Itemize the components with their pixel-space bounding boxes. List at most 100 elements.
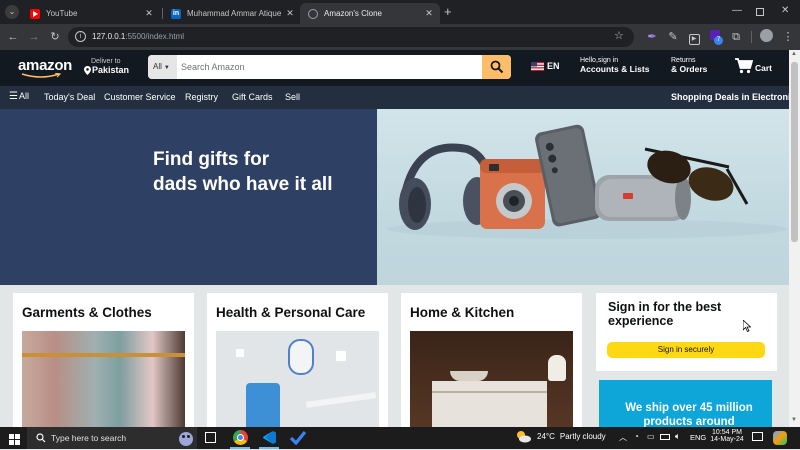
url-text: 127.0.0.1:5500/index.html [92, 32, 184, 41]
cart[interactable]: Cart [735, 58, 772, 74]
all-menu-button[interactable]: ☰All [9, 91, 29, 102]
chrome-taskbar-icon[interactable] [233, 430, 248, 445]
url-host: 127.0.0.1 [92, 32, 126, 41]
battery-icon[interactable] [660, 434, 670, 440]
hero-line-2: dads who have it all [153, 174, 333, 195]
chrome-menu-icon[interactable]: ⋮ [780, 29, 796, 45]
hero-line-1: Find gifts for [153, 149, 270, 170]
window-close-icon[interactable]: ✕ [781, 5, 789, 16]
hamburger-icon: ☰ [9, 91, 18, 102]
youtube-icon [30, 8, 40, 19]
scroll-up-arrow[interactable]: ▲ [791, 51, 797, 57]
todo-taskbar-icon[interactable] [289, 430, 307, 450]
category-card-garments[interactable]: Garments & Clothes [13, 293, 194, 433]
garments-image [22, 331, 185, 433]
deliver-to[interactable]: Deliver to Pakistan [84, 58, 129, 75]
nav-link-registry[interactable]: Registry [185, 92, 218, 102]
nav-link-todays-deal[interactable]: Today's Deal [44, 92, 95, 102]
nav-link-sell[interactable]: Sell [285, 92, 300, 102]
search-icon [490, 60, 504, 74]
category-card-home-kitchen[interactable]: Home & Kitchen [401, 293, 582, 433]
returns-orders[interactable]: Returns & Orders [671, 57, 707, 74]
deliver-location: Pakistan [92, 65, 130, 75]
extension-feather-icon[interactable]: ✒ [644, 29, 660, 45]
language-code: EN [547, 61, 560, 71]
tab-search-button[interactable]: ⌄ [5, 5, 19, 19]
card-title: Garments & Clothes [22, 305, 152, 320]
signin-button[interactable]: Sign in securely [607, 342, 765, 358]
clock[interactable]: 10:54 PM 14-May-24 [709, 429, 745, 443]
back-icon[interactable]: ← [5, 29, 21, 45]
amazon-logo[interactable]: amazon [18, 57, 73, 78]
card-title: Health & Personal Care [216, 305, 366, 320]
weather-text: Partly cloudy [559, 432, 606, 441]
returns-label: Returns [671, 57, 696, 64]
hero-image [377, 109, 789, 285]
close-tab-icon[interactable]: ✕ [422, 8, 436, 19]
search-input[interactable]: Search Amazon [181, 55, 245, 79]
tab-title: YouTube [46, 9, 78, 18]
search-category-select[interactable]: All ▼ [148, 55, 177, 79]
bookmark-star-icon[interactable]: ☆ [614, 29, 624, 42]
extension-pen-icon[interactable]: ✎ [665, 29, 681, 45]
nav-link-customer-service[interactable]: Customer Service [104, 92, 176, 102]
copilot-icon[interactable] [773, 431, 787, 445]
headphones-image [399, 143, 493, 230]
hero-title: Find gifts for dads who have it all [153, 147, 373, 197]
deliver-label: Deliver to [91, 58, 121, 65]
windows-start-button[interactable] [9, 432, 20, 450]
search-category-value: All [153, 62, 162, 71]
new-tab-button[interactable]: + [444, 4, 452, 19]
close-tab-icon[interactable]: ✕ [283, 8, 297, 19]
signin-title: Sign in for the best experience [608, 300, 722, 328]
url-path: :5500/index.html [125, 32, 185, 41]
reload-icon[interactable]: ↻ [47, 29, 63, 45]
health-care-image [216, 331, 379, 433]
site-info-icon[interactable]: i [75, 31, 86, 42]
profile-avatar[interactable] [758, 29, 774, 45]
scroll-down-arrow[interactable]: ▼ [791, 417, 797, 423]
vscode-taskbar-icon[interactable] [262, 430, 277, 445]
language-selector[interactable]: EN [531, 61, 560, 71]
page-scrollbar[interactable]: ▲ ▼ [789, 50, 800, 427]
tab-linkedin[interactable]: in Muhammad Ammar Atique | Li ✕ [163, 3, 301, 24]
close-tab-icon[interactable]: ✕ [142, 8, 156, 19]
browser-toolbar: ← → ↻ i 127.0.0.1:5500/index.html ☆ ✒ ✎ … [0, 24, 800, 50]
clock-date: 14-May-24 [710, 436, 744, 443]
account-lists[interactable]: Hello,sign in Accounts & Lists [580, 57, 649, 74]
promo-electronics-link[interactable]: Shopping Deals in Electronics [671, 92, 800, 102]
extension-badge-icon[interactable]: 7 [707, 29, 723, 45]
nav-link-gift-cards[interactable]: Gift Cards [232, 92, 273, 102]
minimize-icon[interactable]: — [732, 5, 742, 16]
extension-badge-count: 7 [714, 36, 723, 45]
wifi-icon[interactable]: ◔ [634, 432, 639, 441]
home-kitchen-image [410, 331, 573, 433]
logo-smile-icon [21, 73, 61, 78]
show-hidden-icons-chevron[interactable]: ︿ [619, 432, 627, 443]
taskbar-search-box[interactable]: Type here to search [27, 427, 197, 449]
restore-icon[interactable] [756, 8, 764, 16]
scroll-thumb[interactable] [791, 62, 798, 242]
search-bar: All ▼ Search Amazon [148, 55, 511, 79]
notifications-icon[interactable] [752, 432, 763, 441]
task-view-icon[interactable] [205, 432, 216, 443]
tab-amazon-clone[interactable]: Amazon's Clone ✕ [300, 3, 440, 24]
tab-youtube[interactable]: YouTube ✕ [22, 3, 160, 24]
forward-icon[interactable]: → [26, 29, 42, 45]
search-button[interactable] [482, 55, 511, 79]
keyboard-icon[interactable]: ▭ [647, 432, 655, 441]
address-bar[interactable]: i 127.0.0.1:5500/index.html ☆ [68, 27, 634, 47]
shipping-banner[interactable]: We ship over 45 million products around [599, 380, 772, 427]
input-language[interactable]: ENG [690, 433, 706, 442]
tab-title: Muhammad Ammar Atique | Li [187, 9, 283, 18]
extension-play-icon[interactable]: ▶ [686, 29, 702, 45]
hero-banner[interactable]: Find gifts for dads who have it all [0, 109, 789, 285]
windows-logo-icon [9, 434, 20, 445]
volume-icon[interactable]: 🔈︎ [675, 431, 680, 442]
logo-text: amazon [18, 57, 73, 74]
search-highlights-icon[interactable] [177, 429, 195, 447]
nav-belt: ☰All Today's Deal Customer Service Regis… [0, 86, 800, 109]
extensions-puzzle-icon[interactable]: ⧉ [728, 29, 744, 45]
weather-widget[interactable]: 24°C Partly cloudy [516, 430, 606, 443]
category-card-health[interactable]: Health & Personal Care [207, 293, 388, 433]
